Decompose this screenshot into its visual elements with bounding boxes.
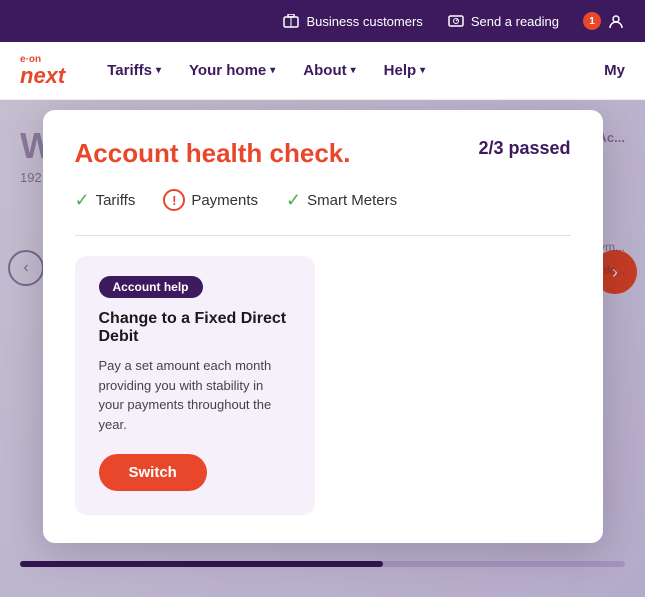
health-check-modal: Account health check. 2/3 passed ✓ Tarif… xyxy=(43,110,603,543)
nav-about[interactable]: About ▾ xyxy=(291,54,367,87)
briefcase-icon xyxy=(282,12,300,30)
modal-title: Account health check. xyxy=(75,138,351,169)
smart-meters-check-icon: ✓ xyxy=(286,190,301,211)
notification-link[interactable]: 1 xyxy=(583,12,625,30)
nav-tariffs[interactable]: Tariffs ▾ xyxy=(95,54,173,87)
send-reading-link[interactable]: Send a reading xyxy=(447,12,559,30)
tariffs-check-label: Tariffs xyxy=(96,192,136,209)
tariffs-chevron-icon: ▾ xyxy=(156,65,161,76)
help-chevron-icon: ▾ xyxy=(420,65,425,76)
business-customers-label: Business customers xyxy=(306,14,422,29)
payments-warning-icon: ! xyxy=(163,189,185,211)
meter-icon xyxy=(447,12,465,30)
card-description: Pay a set amount each month providing yo… xyxy=(99,356,291,434)
nav-your-home[interactable]: Your home ▾ xyxy=(177,54,287,87)
business-customers-link[interactable]: Business customers xyxy=(282,12,422,30)
modal-score: 2/3 passed xyxy=(478,138,570,159)
check-smart-meters: ✓ Smart Meters xyxy=(286,190,397,211)
check-payments: ! Payments xyxy=(163,189,258,211)
modal-checks: ✓ Tariffs ! Payments ✓ Smart Meters xyxy=(75,189,571,211)
modal-divider xyxy=(75,235,571,236)
account-help-card: Account help Change to a Fixed Direct De… xyxy=(75,256,315,515)
payments-check-label: Payments xyxy=(191,192,258,209)
notification-badge: 1 xyxy=(583,12,601,30)
tariffs-check-icon: ✓ xyxy=(75,190,90,211)
top-bar: Business customers Send a reading 1 xyxy=(0,0,645,42)
card-badge: Account help xyxy=(99,276,203,298)
about-chevron-icon: ▾ xyxy=(351,65,356,76)
check-tariffs: ✓ Tariffs xyxy=(75,190,136,211)
smart-meters-check-label: Smart Meters xyxy=(307,192,397,209)
modal-overlay: Account health check. 2/3 passed ✓ Tarif… xyxy=(0,100,645,597)
card-title: Change to a Fixed Direct Debit xyxy=(99,310,291,346)
nav-bar: e·on next Tariffs ▾ Your home ▾ About ▾ … xyxy=(0,42,645,100)
modal-header: Account health check. 2/3 passed xyxy=(75,138,571,169)
logo-next: next xyxy=(20,65,65,87)
nav-my[interactable]: My xyxy=(604,62,625,79)
logo[interactable]: e·on next xyxy=(20,55,65,87)
nav-help[interactable]: Help ▾ xyxy=(372,54,438,87)
switch-button[interactable]: Switch xyxy=(99,454,207,491)
your-home-chevron-icon: ▾ xyxy=(270,65,275,76)
page-background: Wo... 192 G... Ac... ‹ › t paym... payme… xyxy=(0,100,645,597)
nav-items: Tariffs ▾ Your home ▾ About ▾ Help ▾ xyxy=(95,54,604,87)
user-icon xyxy=(607,12,625,30)
send-reading-label: Send a reading xyxy=(471,14,559,29)
